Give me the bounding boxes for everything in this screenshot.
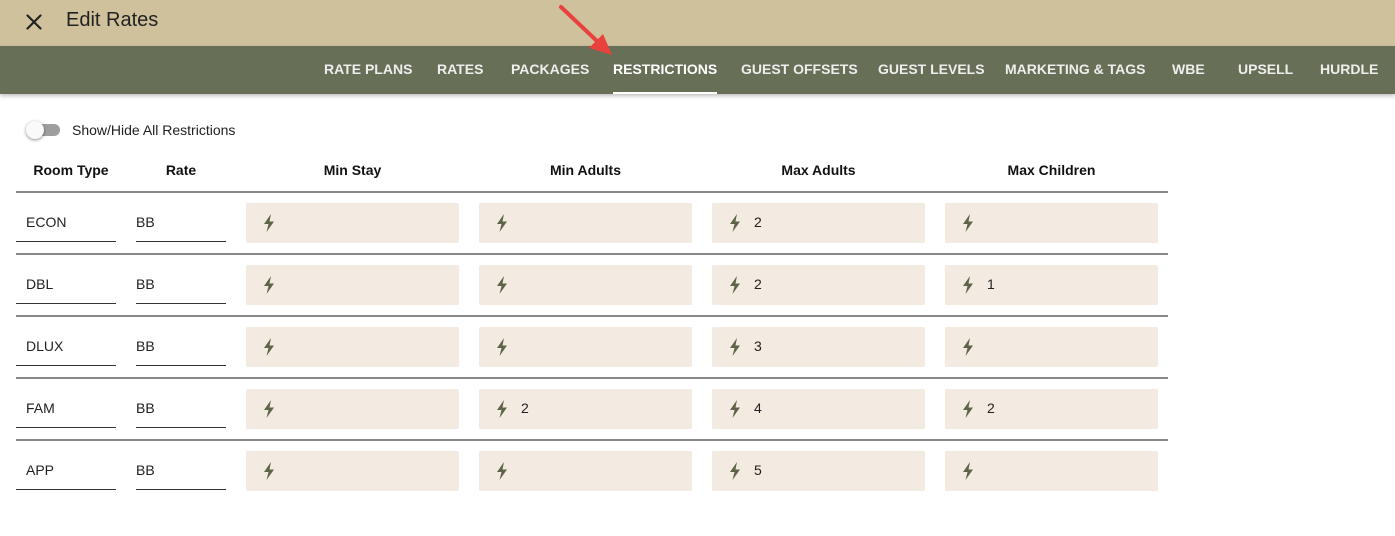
- table-row: APP BB 5: [0, 451, 1170, 513]
- tab-guest-levels[interactable]: GUEST LEVELS: [878, 46, 985, 94]
- page-title: Edit Rates: [66, 9, 159, 31]
- toggle-thumb: [26, 121, 44, 139]
- column-header-min-stay: Min Stay: [323, 162, 382, 178]
- column-header-max-adults: Max Adults: [781, 162, 856, 178]
- tab-marketing-tags[interactable]: MARKETING & TAGS: [1005, 46, 1146, 94]
- room-type-value: FAM: [26, 400, 55, 416]
- lightning-bolt-icon: [963, 462, 973, 480]
- room-type-field[interactable]: DBL: [16, 265, 116, 304]
- lightning-bolt-icon: [730, 276, 740, 294]
- room-type-value: DBL: [26, 276, 54, 292]
- rate-field[interactable]: BB: [136, 327, 226, 366]
- lightning-bolt-icon: [497, 462, 507, 480]
- rate-value: BB: [136, 400, 155, 416]
- lightning-bolt-icon: [497, 214, 507, 232]
- room-type-field[interactable]: FAM: [16, 389, 116, 428]
- lightning-bolt-icon: [264, 214, 274, 232]
- room-type-value: APP: [26, 462, 55, 478]
- tab-hurdle[interactable]: HURDLE: [1320, 46, 1378, 94]
- header-divider: [16, 191, 1168, 193]
- max-adults-cell[interactable]: 3: [712, 327, 925, 367]
- tab-rate-plans[interactable]: RATE PLANS: [324, 46, 412, 94]
- lightning-bolt-icon: [730, 462, 740, 480]
- max-adults-value: 5: [754, 462, 762, 478]
- max-adults-cell[interactable]: 2: [712, 203, 925, 243]
- table-row: FAM BB 2 4 2: [0, 389, 1170, 451]
- max-children-cell[interactable]: 2: [945, 389, 1158, 429]
- max-children-value: 1: [987, 276, 995, 292]
- min-adults-cell[interactable]: [479, 451, 692, 491]
- max-adults-value: 2: [754, 214, 762, 230]
- min-stay-cell[interactable]: [246, 451, 459, 491]
- room-type-field[interactable]: DLUX: [16, 327, 116, 366]
- top-bar: Edit Rates: [0, 0, 1395, 46]
- max-adults-value: 3: [754, 338, 762, 354]
- rate-field[interactable]: BB: [136, 265, 226, 304]
- min-adults-value: 2: [521, 400, 529, 416]
- rate-field[interactable]: BB: [136, 451, 226, 490]
- max-children-cell[interactable]: [945, 451, 1158, 491]
- room-type-value: DLUX: [26, 338, 64, 354]
- min-stay-cell[interactable]: [246, 327, 459, 367]
- max-children-value: 2: [987, 400, 995, 416]
- lightning-bolt-icon: [963, 400, 973, 418]
- max-adults-cell[interactable]: 4: [712, 389, 925, 429]
- column-header-max-children: Max Children: [1007, 162, 1096, 178]
- lightning-bolt-icon: [730, 338, 740, 356]
- rate-field[interactable]: BB: [136, 203, 226, 242]
- toggle-label: Show/Hide All Restrictions: [72, 122, 236, 138]
- rate-value: BB: [136, 338, 155, 354]
- room-type-field[interactable]: APP: [16, 451, 116, 490]
- max-children-cell[interactable]: [945, 327, 1158, 367]
- tab-upsell[interactable]: UPSELL: [1238, 46, 1293, 94]
- max-children-cell[interactable]: 1: [945, 265, 1158, 305]
- min-adults-cell[interactable]: [479, 327, 692, 367]
- max-children-cell[interactable]: [945, 203, 1158, 243]
- lightning-bolt-icon: [963, 214, 973, 232]
- rate-field[interactable]: BB: [136, 389, 226, 428]
- min-adults-cell[interactable]: [479, 265, 692, 305]
- min-adults-cell[interactable]: [479, 203, 692, 243]
- rate-value: BB: [136, 214, 155, 230]
- room-type-value: ECON: [26, 214, 67, 230]
- red-arrow-icon: [559, 5, 612, 55]
- min-adults-cell[interactable]: 2: [479, 389, 692, 429]
- table-row: DBL BB 2 1: [0, 265, 1170, 327]
- lightning-bolt-icon: [264, 338, 274, 356]
- tab-guest-offsets[interactable]: GUEST OFFSETS: [741, 46, 858, 94]
- lightning-bolt-icon: [730, 214, 740, 232]
- column-header-room-type: Room Type: [33, 162, 109, 178]
- max-adults-value: 4: [754, 400, 762, 416]
- tab-bar: RATE PLANS RATES PACKAGES RESTRICTIONS G…: [0, 46, 1395, 94]
- room-type-field[interactable]: ECON: [16, 203, 116, 242]
- close-icon: [26, 14, 42, 30]
- table-row: DLUX BB 3: [0, 327, 1170, 389]
- lightning-bolt-icon: [264, 276, 274, 294]
- rate-value: BB: [136, 276, 155, 292]
- lightning-bolt-icon: [963, 276, 973, 294]
- close-button[interactable]: [22, 10, 46, 34]
- lightning-bolt-icon: [730, 400, 740, 418]
- tab-rates[interactable]: RATES: [437, 46, 483, 94]
- max-adults-value: 2: [754, 276, 762, 292]
- tab-restrictions[interactable]: RESTRICTIONS: [613, 46, 718, 94]
- tab-wbe[interactable]: WBE: [1172, 46, 1205, 94]
- lightning-bolt-icon: [963, 338, 973, 356]
- lightning-bolt-icon: [497, 338, 507, 356]
- column-header-min-adults: Min Adults: [549, 162, 622, 178]
- lightning-bolt-icon: [264, 400, 274, 418]
- lightning-bolt-icon: [497, 276, 507, 294]
- table-row: ECON BB 2: [0, 203, 1170, 265]
- max-adults-cell[interactable]: 2: [712, 265, 925, 305]
- lightning-bolt-icon: [497, 400, 507, 418]
- column-header-rate: Rate: [165, 162, 197, 178]
- min-stay-cell[interactable]: [246, 389, 459, 429]
- min-stay-cell[interactable]: [246, 203, 459, 243]
- max-adults-cell[interactable]: 5: [712, 451, 925, 491]
- min-stay-cell[interactable]: [246, 265, 459, 305]
- rate-value: BB: [136, 462, 155, 478]
- lightning-bolt-icon: [264, 462, 274, 480]
- show-hide-restrictions-toggle[interactable]: [26, 121, 60, 139]
